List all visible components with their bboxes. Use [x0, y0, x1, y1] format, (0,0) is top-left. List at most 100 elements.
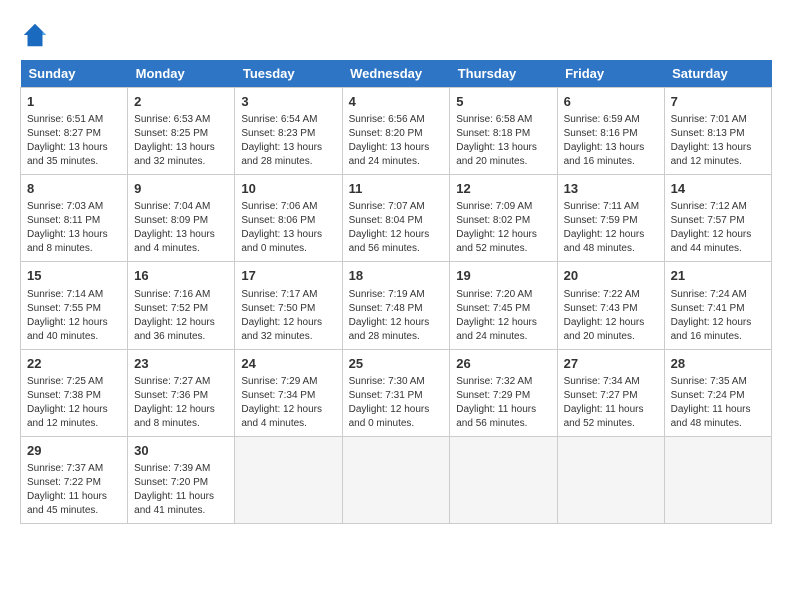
calendar-cell — [557, 436, 664, 523]
day-info: Sunrise: 7:22 AM Sunset: 7:43 PM Dayligh… — [564, 288, 658, 344]
calendar-cell — [450, 436, 557, 523]
day-info: Sunrise: 7:27 AM Sunset: 7:36 PM Dayligh… — [134, 375, 228, 431]
header-monday: Monday — [128, 60, 235, 88]
calendar-cell: 2 Sunrise: 6:53 AM Sunset: 8:25 PM Daylig… — [128, 88, 235, 175]
day-number: 23 — [134, 355, 228, 373]
day-info: Sunrise: 6:58 AM Sunset: 8:18 PM Dayligh… — [456, 113, 550, 169]
day-info: Sunrise: 7:12 AM Sunset: 7:57 PM Dayligh… — [671, 200, 765, 256]
day-number: 19 — [456, 267, 550, 285]
day-info: Sunrise: 6:53 AM Sunset: 8:25 PM Dayligh… — [134, 113, 228, 169]
day-info: Sunrise: 7:04 AM Sunset: 8:09 PM Dayligh… — [134, 200, 228, 256]
day-number: 22 — [27, 355, 121, 373]
page-header — [20, 20, 772, 50]
calendar-cell: 4 Sunrise: 6:56 AM Sunset: 8:20 PM Daylig… — [342, 88, 450, 175]
day-number: 21 — [671, 267, 765, 285]
calendar-cell: 27 Sunrise: 7:34 AM Sunset: 7:27 PM Dayli… — [557, 349, 664, 436]
calendar-cell: 14 Sunrise: 7:12 AM Sunset: 7:57 PM Dayli… — [664, 175, 771, 262]
logo — [20, 20, 54, 50]
calendar-cell: 17 Sunrise: 7:17 AM Sunset: 7:50 PM Dayli… — [235, 262, 342, 349]
calendar-table: SundayMondayTuesdayWednesdayThursdayFrid… — [20, 60, 772, 524]
calendar-cell: 24 Sunrise: 7:29 AM Sunset: 7:34 PM Dayli… — [235, 349, 342, 436]
calendar-cell: 22 Sunrise: 7:25 AM Sunset: 7:38 PM Dayli… — [21, 349, 128, 436]
day-info: Sunrise: 6:51 AM Sunset: 8:27 PM Dayligh… — [27, 113, 121, 169]
day-number: 3 — [241, 93, 335, 111]
day-info: Sunrise: 7:20 AM Sunset: 7:45 PM Dayligh… — [456, 288, 550, 344]
day-info: Sunrise: 7:03 AM Sunset: 8:11 PM Dayligh… — [27, 200, 121, 256]
day-number: 24 — [241, 355, 335, 373]
calendar-cell: 3 Sunrise: 6:54 AM Sunset: 8:23 PM Daylig… — [235, 88, 342, 175]
calendar-cell: 20 Sunrise: 7:22 AM Sunset: 7:43 PM Dayli… — [557, 262, 664, 349]
day-info: Sunrise: 7:34 AM Sunset: 7:27 PM Dayligh… — [564, 375, 658, 431]
day-info: Sunrise: 7:24 AM Sunset: 7:41 PM Dayligh… — [671, 288, 765, 344]
header-tuesday: Tuesday — [235, 60, 342, 88]
day-info: Sunrise: 7:16 AM Sunset: 7:52 PM Dayligh… — [134, 288, 228, 344]
calendar-cell: 26Sunrise: 7:32 AM Sunset: 7:29 PM Dayli… — [450, 349, 557, 436]
day-number: 12 — [456, 180, 550, 198]
day-info: Sunrise: 6:56 AM Sunset: 8:20 PM Dayligh… — [349, 113, 444, 169]
calendar-cell: 9Sunrise: 7:04 AM Sunset: 8:09 PM Daylig… — [128, 175, 235, 262]
header-saturday: Saturday — [664, 60, 771, 88]
calendar-cell: 7Sunrise: 7:01 AM Sunset: 8:13 PM Daylig… — [664, 88, 771, 175]
day-info: Sunrise: 7:29 AM Sunset: 7:34 PM Dayligh… — [241, 375, 335, 431]
day-number: 25 — [349, 355, 444, 373]
calendar-cell — [664, 436, 771, 523]
calendar-cell: 29Sunrise: 7:37 AM Sunset: 7:22 PM Dayli… — [21, 436, 128, 523]
header-wednesday: Wednesday — [342, 60, 450, 88]
day-info: Sunrise: 7:35 AM Sunset: 7:24 PM Dayligh… — [671, 375, 765, 431]
day-number: 20 — [564, 267, 658, 285]
calendar-cell: 11Sunrise: 7:07 AM Sunset: 8:04 PM Dayli… — [342, 175, 450, 262]
day-number: 18 — [349, 267, 444, 285]
calendar-cell: 10 Sunrise: 7:06 AM Sunset: 8:06 PM Dayli… — [235, 175, 342, 262]
day-number: 6 — [564, 93, 658, 111]
day-info: Sunrise: 7:37 AM Sunset: 7:22 PM Dayligh… — [27, 462, 121, 518]
calendar-cell: 30Sunrise: 7:39 AM Sunset: 7:20 PM Dayli… — [128, 436, 235, 523]
day-number: 14 — [671, 180, 765, 198]
day-number: 8 — [27, 180, 121, 198]
header-friday: Friday — [557, 60, 664, 88]
calendar-cell: 16 Sunrise: 7:16 AM Sunset: 7:52 PM Dayli… — [128, 262, 235, 349]
day-number: 16 — [134, 267, 228, 285]
day-info: Sunrise: 7:06 AM Sunset: 8:06 PM Dayligh… — [241, 200, 335, 256]
week-row-3: 15 Sunrise: 7:14 AM Sunset: 7:55 PM Dayli… — [21, 262, 772, 349]
day-info: Sunrise: 7:19 AM Sunset: 7:48 PM Dayligh… — [349, 288, 444, 344]
day-number: 10 — [241, 180, 335, 198]
day-info: Sunrise: 7:30 AM Sunset: 7:31 PM Dayligh… — [349, 375, 444, 431]
calendar-cell: 5 Sunrise: 6:58 AM Sunset: 8:18 PM Daylig… — [450, 88, 557, 175]
calendar-cell: 13 Sunrise: 7:11 AM Sunset: 7:59 PM Dayli… — [557, 175, 664, 262]
calendar-cell: 21 Sunrise: 7:24 AM Sunset: 7:41 PM Dayli… — [664, 262, 771, 349]
calendar-cell: 18 Sunrise: 7:19 AM Sunset: 7:48 PM Dayli… — [342, 262, 450, 349]
day-number: 4 — [349, 93, 444, 111]
day-info: Sunrise: 7:32 AM Sunset: 7:29 PM Dayligh… — [456, 375, 550, 431]
day-number: 17 — [241, 267, 335, 285]
day-info: Sunrise: 6:59 AM Sunset: 8:16 PM Dayligh… — [564, 113, 658, 169]
header-row: SundayMondayTuesdayWednesdayThursdayFrid… — [21, 60, 772, 88]
day-number: 1 — [27, 93, 121, 111]
day-number: 5 — [456, 93, 550, 111]
calendar-cell: 6 Sunrise: 6:59 AM Sunset: 8:16 PM Daylig… — [557, 88, 664, 175]
day-number: 28 — [671, 355, 765, 373]
day-number: 30 — [134, 442, 228, 460]
calendar-cell: 15 Sunrise: 7:14 AM Sunset: 7:55 PM Dayli… — [21, 262, 128, 349]
day-info: Sunrise: 7:14 AM Sunset: 7:55 PM Dayligh… — [27, 288, 121, 344]
day-info: Sunrise: 7:25 AM Sunset: 7:38 PM Dayligh… — [27, 375, 121, 431]
day-info: Sunrise: 7:17 AM Sunset: 7:50 PM Dayligh… — [241, 288, 335, 344]
day-number: 27 — [564, 355, 658, 373]
week-row-1: 1 Sunrise: 6:51 AM Sunset: 8:27 PM Daylig… — [21, 88, 772, 175]
day-info: Sunrise: 7:11 AM Sunset: 7:59 PM Dayligh… — [564, 200, 658, 256]
day-info: Sunrise: 7:09 AM Sunset: 8:02 PM Dayligh… — [456, 200, 550, 256]
week-row-4: 22 Sunrise: 7:25 AM Sunset: 7:38 PM Dayli… — [21, 349, 772, 436]
calendar-cell — [235, 436, 342, 523]
calendar-cell: 19 Sunrise: 7:20 AM Sunset: 7:45 PM Dayli… — [450, 262, 557, 349]
day-number: 11 — [349, 180, 444, 198]
calendar-cell: 28 Sunrise: 7:35 AM Sunset: 7:24 PM Dayli… — [664, 349, 771, 436]
day-number: 7 — [671, 93, 765, 111]
header-thursday: Thursday — [450, 60, 557, 88]
week-row-2: 8 Sunrise: 7:03 AM Sunset: 8:11 PM Daylig… — [21, 175, 772, 262]
day-info: Sunrise: 6:54 AM Sunset: 8:23 PM Dayligh… — [241, 113, 335, 169]
day-number: 2 — [134, 93, 228, 111]
calendar-cell — [342, 436, 450, 523]
day-number: 15 — [27, 267, 121, 285]
logo-icon — [20, 20, 50, 50]
day-number: 13 — [564, 180, 658, 198]
calendar-cell: 8 Sunrise: 7:03 AM Sunset: 8:11 PM Daylig… — [21, 175, 128, 262]
